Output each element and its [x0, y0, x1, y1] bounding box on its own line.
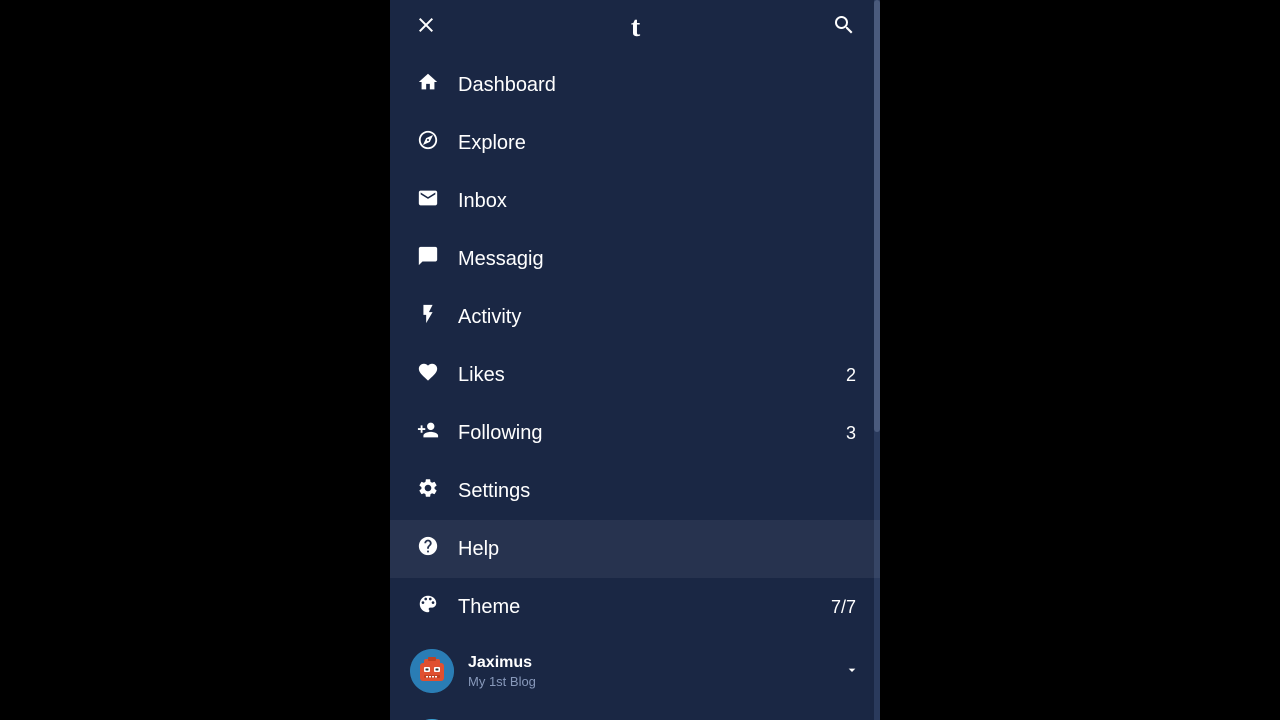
activity-label: Activity: [458, 306, 856, 329]
person-add-icon: [414, 419, 442, 447]
sidebar-item-following[interactable]: Following 3: [390, 404, 880, 462]
close-icon[interactable]: [410, 13, 442, 43]
gear-icon: [414, 477, 442, 505]
jaximus-chevron-icon[interactable]: [844, 662, 860, 681]
sidebar: t Dashboard Explore Inbox: [390, 0, 880, 720]
sidebar-item-help[interactable]: Help: [390, 520, 880, 578]
home-icon: [414, 71, 442, 99]
app-logo: t: [631, 12, 639, 44]
likes-label: Likes: [458, 364, 846, 387]
bolt-icon: [414, 303, 442, 331]
theme-label: Theme: [458, 596, 831, 619]
blog-item-sobhy[interactable]: sobhy My 1st Blog: [390, 706, 880, 720]
palette-icon: [414, 593, 442, 621]
following-badge: 3: [846, 423, 856, 444]
sidebar-item-activity[interactable]: Activity: [390, 288, 880, 346]
likes-badge: 2: [846, 365, 856, 386]
settings-label: Settings: [458, 480, 856, 503]
sidebar-item-likes[interactable]: Likes 2: [390, 346, 880, 404]
chat-icon: [414, 245, 442, 273]
jaximus-info: Jaximus My 1st Blog: [468, 654, 834, 689]
dashboard-label: Dashboard: [458, 74, 856, 97]
sidebar-item-explore[interactable]: Explore: [390, 114, 880, 172]
question-icon: [414, 535, 442, 563]
jaximus-avatar: [410, 649, 454, 693]
left-background: [0, 0, 390, 720]
theme-badge: 7/7: [831, 597, 856, 618]
compass-icon: [414, 129, 442, 157]
sidebar-item-inbox[interactable]: Inbox: [390, 172, 880, 230]
right-background: [880, 0, 1280, 720]
messaging-label: Messagig: [458, 248, 856, 271]
inbox-label: Inbox: [458, 190, 856, 213]
help-label: Help: [458, 538, 856, 561]
jaximus-name: Jaximus: [468, 654, 834, 672]
blog-item-jaximus[interactable]: Jaximus My 1st Blog: [390, 636, 880, 706]
sidebar-header: t: [390, 0, 880, 56]
sidebar-item-settings[interactable]: Settings: [390, 462, 880, 520]
sidebar-item-theme[interactable]: Theme 7/7: [390, 578, 880, 636]
heart-icon: [414, 361, 442, 389]
jaximus-subtitle: My 1st Blog: [468, 674, 834, 689]
mail-icon: [414, 187, 442, 215]
explore-label: Explore: [458, 132, 856, 155]
sidebar-item-dashboard[interactable]: Dashboard: [390, 56, 880, 114]
sidebar-item-messaging[interactable]: Messagig: [390, 230, 880, 288]
following-label: Following: [458, 422, 846, 445]
search-icon[interactable]: [828, 13, 860, 43]
